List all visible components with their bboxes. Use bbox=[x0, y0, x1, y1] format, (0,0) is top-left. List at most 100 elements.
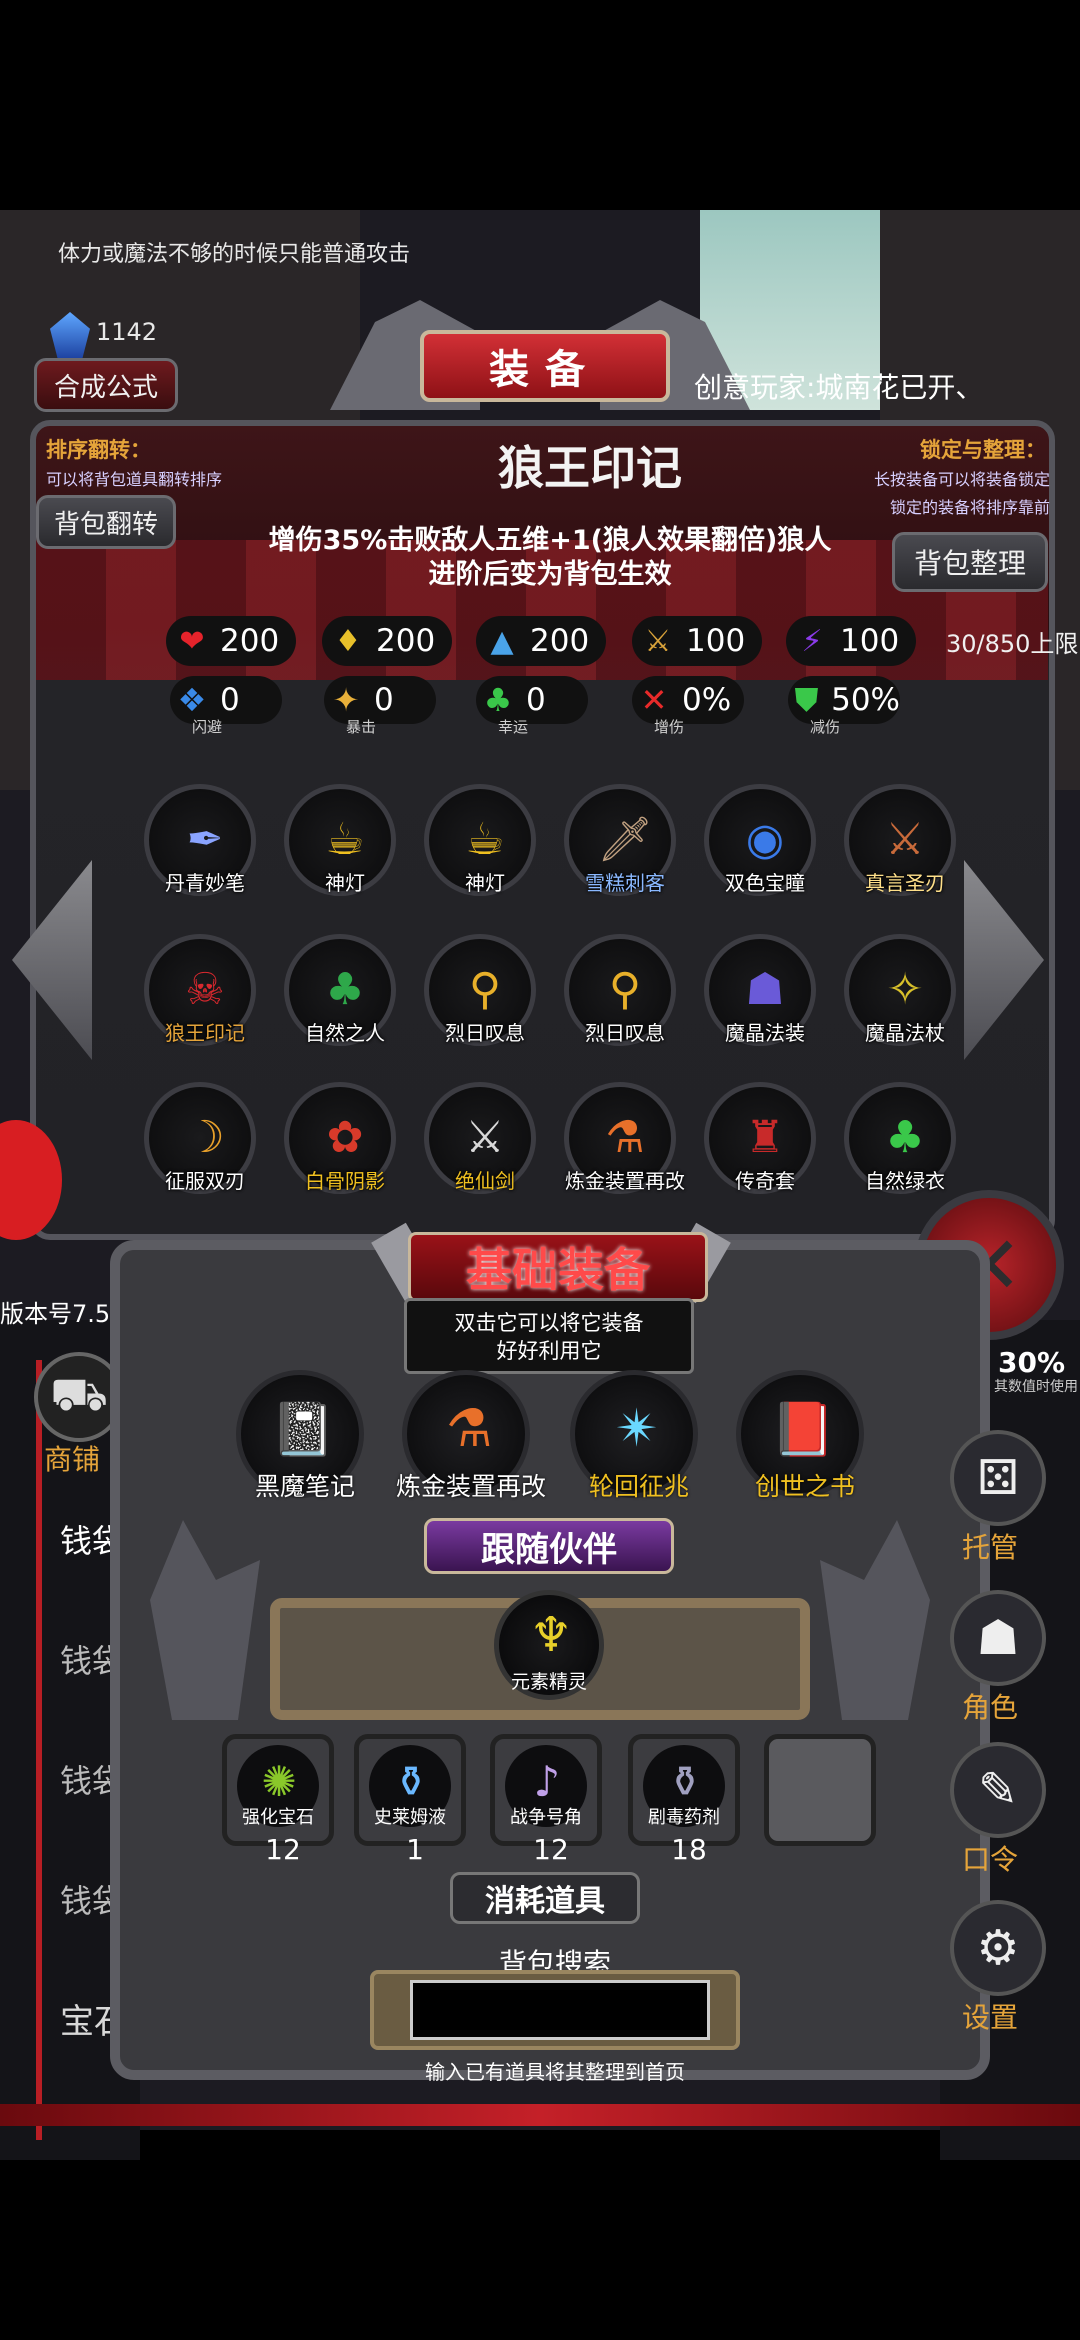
sidebar-button-label[interactable]: 设置 bbox=[962, 1996, 1018, 2036]
creator-text: 创意玩家:城南花已开、 bbox=[694, 371, 984, 404]
equipment-icon: ⚔ bbox=[885, 813, 925, 865]
equipment-name: 神灯 bbox=[325, 871, 365, 895]
equipment-name: 白骨阴影 bbox=[305, 1169, 385, 1193]
basic-item-slot[interactable]: 📕 创世之书 bbox=[736, 1370, 864, 1501]
stat-value: 0 bbox=[526, 682, 546, 718]
search-hint: 输入已有道具将其整理到首页 bbox=[425, 2060, 685, 2084]
equipment-icon: ✒ bbox=[186, 813, 224, 865]
equipment-name: 自然之人 bbox=[305, 1021, 385, 1045]
hood-icon[interactable]: ☗ bbox=[950, 1590, 1046, 1686]
equipment-slot[interactable]: ⚲ 烈日叹息 bbox=[564, 934, 676, 1046]
consumable-slot[interactable]: ⚱ 史莱姆液 1 bbox=[354, 1734, 466, 1866]
gem-count: 1142 bbox=[96, 318, 158, 346]
shop-label[interactable]: 商铺 bbox=[44, 1438, 100, 1478]
scroll-icon[interactable]: ✎ bbox=[950, 1742, 1046, 1838]
stat-value: 100 bbox=[840, 623, 900, 659]
equipment-name: 烈日叹息 bbox=[585, 1021, 665, 1045]
equipment-icon: ⚗ bbox=[605, 1111, 645, 1163]
stat-value: 50% bbox=[831, 682, 900, 718]
stat-value: 0 bbox=[220, 682, 240, 718]
consumable-icon: ♪ bbox=[533, 1756, 561, 1806]
dice-icon[interactable]: ⚄ bbox=[950, 1430, 1046, 1526]
capacity-text: 30/850上限 bbox=[946, 630, 1079, 658]
equipment-slot[interactable]: ☠ 狼王印记 bbox=[144, 934, 256, 1046]
heart-icon: ❤ bbox=[179, 623, 205, 659]
basic-item-icon: ✴ bbox=[615, 1399, 659, 1459]
strength-icon: ♦ bbox=[334, 623, 362, 659]
selected-item-desc: 增伤35%击败敌人五维+1(狼人效果翻倍)狼人 进阶后变为背包生效 bbox=[240, 524, 860, 592]
stat-pill: ♣ 0 幸运 bbox=[476, 676, 588, 736]
equipment-slot[interactable]: ☕ 神灯 bbox=[424, 784, 536, 896]
consumable-icon: ✺ bbox=[261, 1756, 297, 1806]
follow-partner-title: 跟随伙伴 bbox=[424, 1518, 674, 1574]
equipment-slot[interactable]: ⚗ 炼金装置再改 bbox=[564, 1082, 685, 1194]
consumable-slot[interactable] bbox=[764, 1734, 876, 1846]
basic-item-icon: 📓 bbox=[270, 1399, 336, 1460]
equipment-slot[interactable]: ⚔ 真言圣刃 bbox=[844, 784, 956, 896]
game-screen: 体力或魔法不够的时候只能普通攻击 1142 ⛟ 商铺 钱袋 钱袋 钱袋 钱袋 宝… bbox=[0, 0, 1080, 2340]
equipment-slot[interactable]: ✿ 白骨阴影 bbox=[284, 1082, 396, 1194]
equipment-slot[interactable]: ♣ 自然之人 bbox=[284, 934, 396, 1046]
equipment-icon: ☽ bbox=[185, 1111, 225, 1163]
consumable-icon: ⚱ bbox=[393, 1756, 429, 1806]
equipment-name: 传奇套 bbox=[735, 1169, 795, 1193]
stat-label: 闪避 bbox=[192, 718, 223, 736]
stat-label: 减伤 bbox=[810, 718, 841, 736]
subtitle-line-2: 好好利用它 bbox=[496, 1339, 602, 1363]
desc-line-1: 增伤35%击败敌人五维+1(狼人效果翻倍)狼人 bbox=[268, 525, 832, 556]
sort-title: 排序翻转： bbox=[46, 438, 151, 462]
stat-label: 增伤 bbox=[654, 718, 685, 736]
equipment-slot[interactable]: ◉ 双色宝瞳 bbox=[704, 784, 816, 896]
basic-item-slot[interactable]: 📓 黑魔笔记 bbox=[236, 1370, 364, 1501]
equipment-name: 魔晶法装 bbox=[725, 1021, 805, 1045]
equipment-slot[interactable]: ☽ 征服双刃 bbox=[144, 1082, 256, 1194]
equipment-slot[interactable]: ✧ 魔晶法杖 bbox=[844, 934, 956, 1046]
equipment-icon: ♣ bbox=[885, 1111, 925, 1163]
equipment-slot[interactable]: ⚲ 烈日叹息 bbox=[424, 934, 536, 1046]
equipment-slot[interactable]: ♜ 传奇套 bbox=[704, 1082, 816, 1194]
bag-search-input[interactable] bbox=[410, 1980, 710, 2040]
equipment-slot[interactable]: ☕ 神灯 bbox=[284, 784, 396, 896]
lock-line-2: 锁定的装备将排序靠前 bbox=[889, 498, 1050, 517]
stat-pill: ⚡ 100 bbox=[786, 616, 916, 666]
formula-button[interactable]: 合成公式 bbox=[34, 358, 178, 412]
equipment-slot[interactable]: ✒ 丹青妙笔 bbox=[144, 784, 256, 896]
reverse-bag-button[interactable]: 背包翻转 bbox=[36, 495, 176, 549]
equipment-icon: ♜ bbox=[745, 1111, 785, 1163]
consumable-name: 史莱姆液 bbox=[374, 1807, 446, 1828]
equipment-name: 自然绿衣 bbox=[865, 1169, 945, 1193]
equipment-icon: ☠ bbox=[185, 963, 225, 1015]
consumable-slot[interactable]: ⚱ 剧毒药剂 18 bbox=[628, 1734, 740, 1866]
basic-item-slot[interactable]: ✴ 轮回征兆 bbox=[570, 1370, 698, 1501]
lock-line-1: 长按装备可以将装备锁定 bbox=[873, 470, 1050, 489]
basic-item-icon: 📕 bbox=[770, 1399, 836, 1460]
equipment-name: 双色宝瞳 bbox=[725, 871, 805, 895]
consumable-icon: ⚱ bbox=[667, 1756, 703, 1806]
consumable-slot[interactable]: ✺ 强化宝石 12 bbox=[222, 1734, 334, 1866]
stat-pill: ❤ 200 bbox=[166, 616, 296, 666]
equipment-name: 征服双刃 bbox=[165, 1169, 245, 1193]
organize-bag-button[interactable]: 背包整理 bbox=[892, 532, 1048, 592]
gear-icon[interactable]: ⚙ bbox=[950, 1900, 1046, 1996]
consumable-name: 强化宝石 bbox=[242, 1807, 314, 1828]
equipment-icon: ◉ bbox=[745, 813, 785, 865]
sidebar-button-label[interactable]: 口令 bbox=[962, 1838, 1018, 1878]
basic-item-name: 创世之书 bbox=[754, 1472, 855, 1501]
equipment-slot[interactable]: 🗡 雪糕刺客 bbox=[564, 784, 676, 896]
equipment-name: 魔晶法杖 bbox=[865, 1021, 945, 1045]
basic-item-slot[interactable]: ⚗ 炼金装置再改 bbox=[396, 1370, 546, 1501]
equipment-slot[interactable]: ☗ 魔晶法装 bbox=[704, 934, 816, 1046]
equipment-slot[interactable]: ♣ 自然绿衣 bbox=[844, 1082, 956, 1194]
stat-value: 0 bbox=[374, 682, 394, 718]
basic-equipment-subtitle: 双击它可以将它装备 好好利用它 bbox=[404, 1298, 694, 1374]
top-hint: 体力或魔法不够的时候只能普通攻击 bbox=[58, 242, 411, 267]
sidebar-button-label[interactable]: 角色 bbox=[962, 1686, 1018, 1726]
equipment-slot[interactable]: ⚔ 绝仙剑 bbox=[424, 1082, 536, 1194]
equipment-icon: ⚲ bbox=[608, 963, 642, 1015]
consumable-slot[interactable]: ♪ 战争号角 12 bbox=[490, 1734, 602, 1866]
stat-pill: ❖ 0 闪避 bbox=[170, 676, 282, 736]
sidebar-button-label[interactable]: 托管 bbox=[962, 1526, 1018, 1566]
equipment-name: 丹青妙笔 bbox=[165, 871, 245, 895]
equipment-icon: ⚔ bbox=[465, 1111, 505, 1163]
companion-slot[interactable]: ♆ 元素精灵 bbox=[494, 1590, 604, 1700]
